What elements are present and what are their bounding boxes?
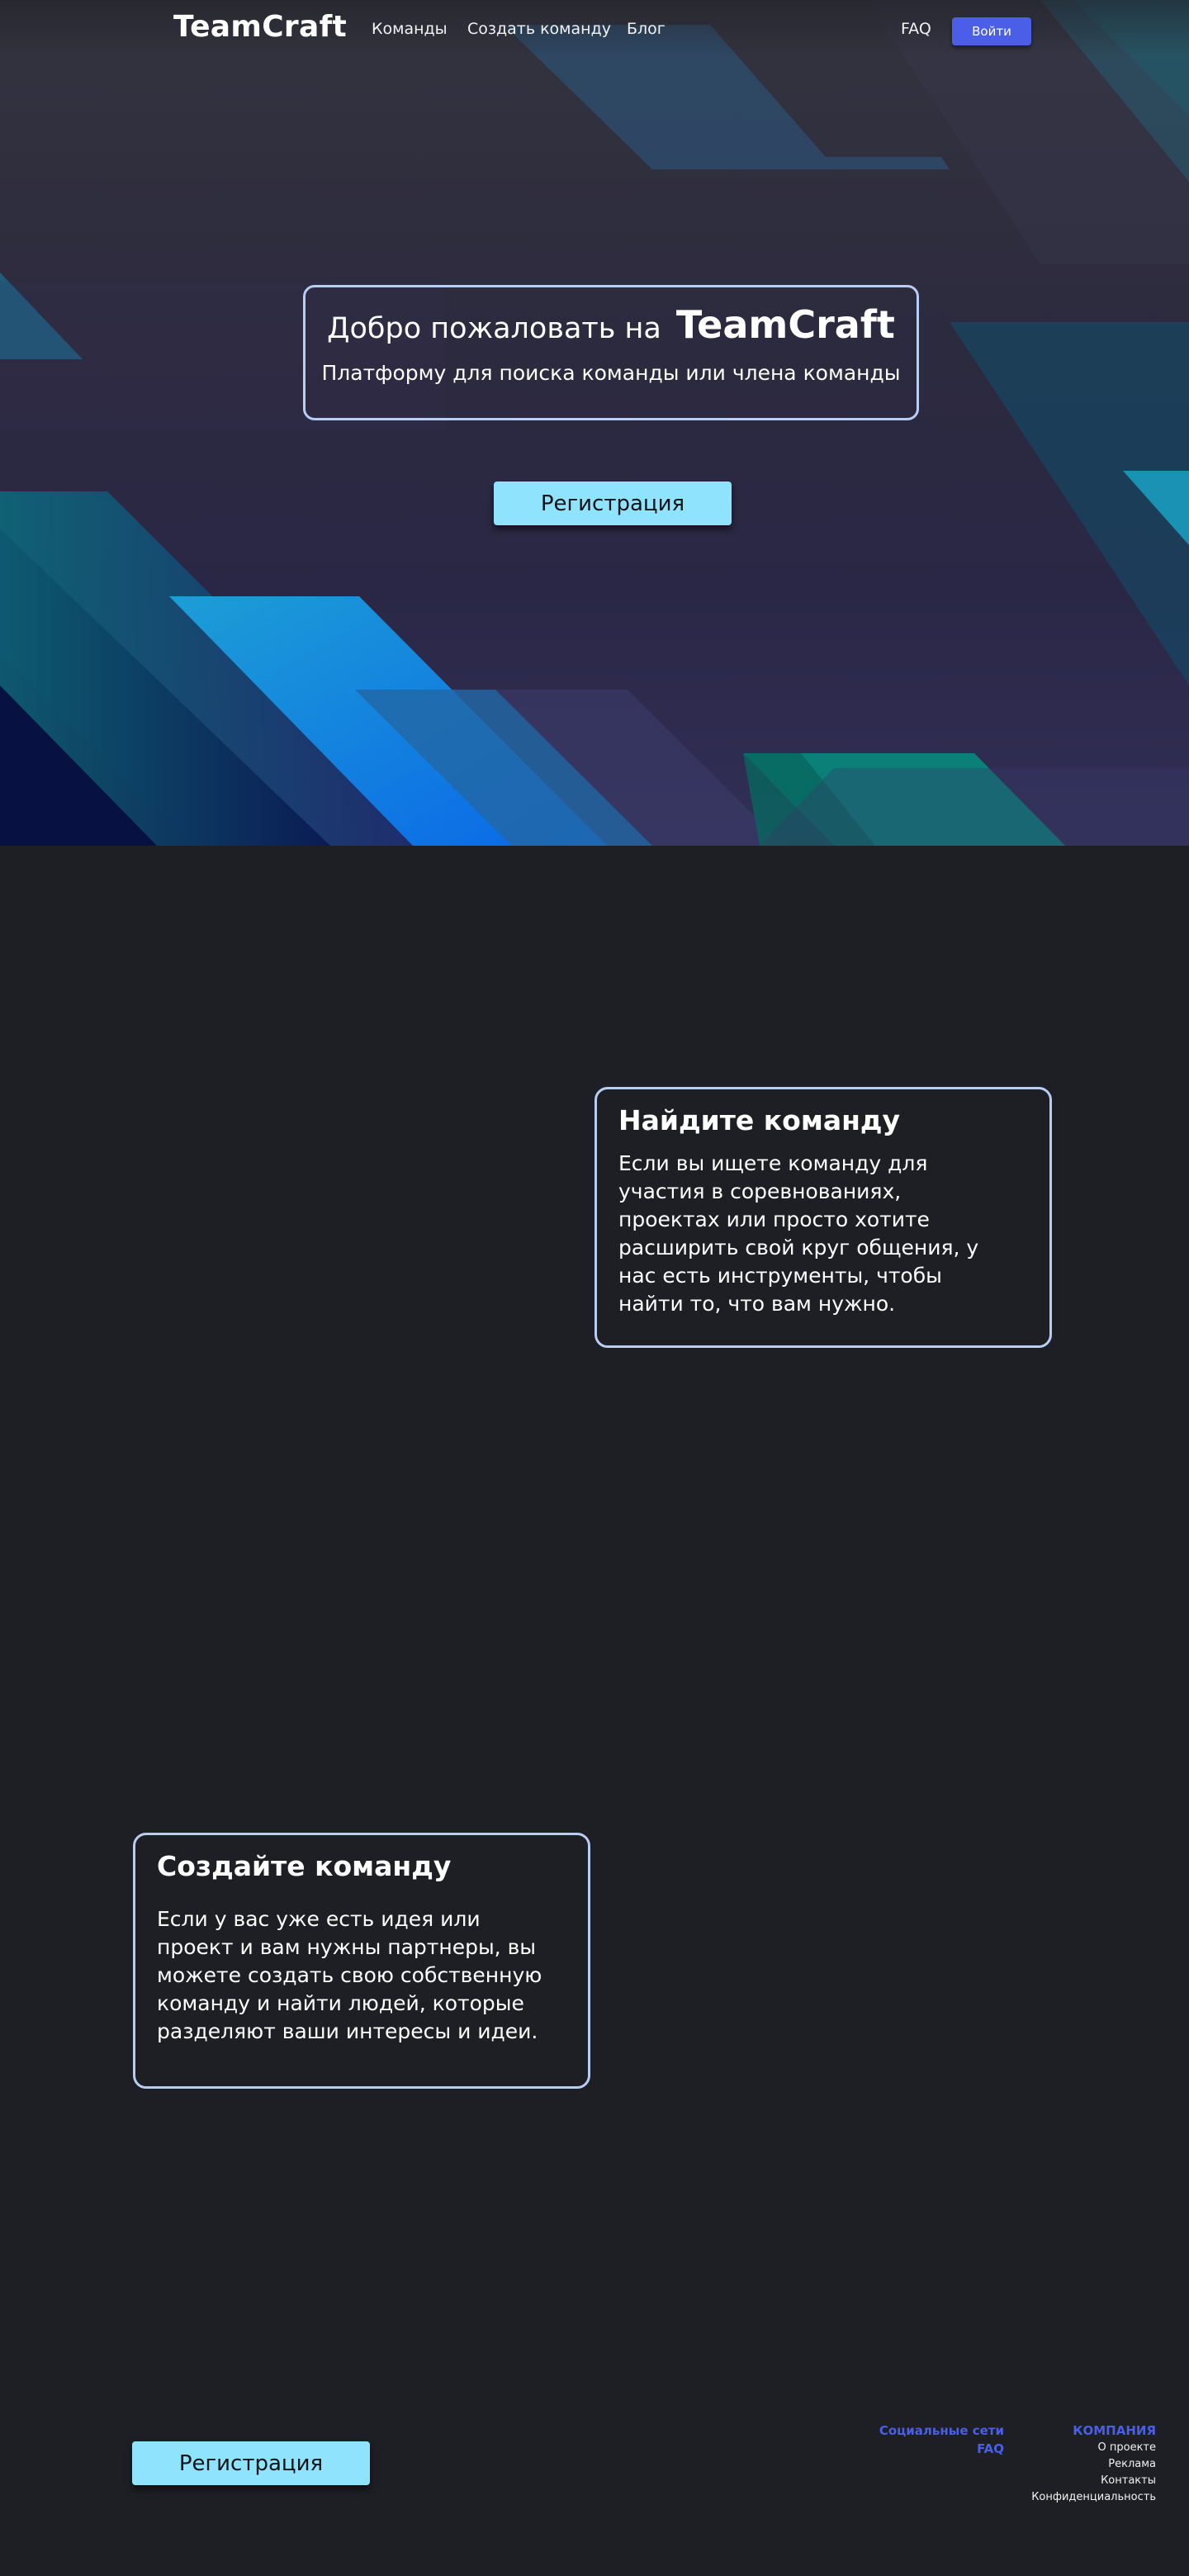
footer-register-button[interactable]: Регистрация [132,2441,370,2485]
feature-text: Если вы ищете команду для участия в соре… [618,1151,979,1316]
footer-company-heading: КОМПАНИЯ [1073,2423,1156,2438]
feature-text: Если у вас уже есть идея или проект и ва… [157,1907,542,2043]
footer-company-column: КОМПАНИЯ О проекте Реклама Контакты Конф… [1031,2423,1156,2506]
nav-link-create-team[interactable]: Создать команду [467,20,611,38]
welcome-subtitle: Платформу для поиска команды или члена к… [321,361,901,385]
nav-link-faq[interactable]: FAQ [901,20,931,38]
footer-social-column: Социальные сети FAQ [879,2423,1004,2456]
nav-link-blog[interactable]: Блог [627,20,666,38]
nav-link-teams[interactable]: Команды [372,20,448,38]
logo[interactable]: TeamCraft [173,10,347,44]
hero-register-button[interactable]: Регистрация [494,482,732,525]
footer-social-link[interactable]: Социальные сети [879,2423,1004,2438]
hero-background-shapes [0,0,1189,846]
footer-link-about[interactable]: О проекте [1031,2440,1157,2456]
footer-faq-link[interactable]: FAQ [879,2441,1004,2456]
welcome-brand: TeamCraft [675,302,895,347]
hero-section: TeamCraft Команды Создать команду Блог F… [0,0,1189,846]
feature-card-find-team: Найдите команду Если вы ищете команду дл… [594,1087,1052,1348]
footer-link-ads[interactable]: Реклама [1031,2456,1156,2473]
welcome-banner: Добро пожаловать на TeamCraft Платформу д… [303,285,919,420]
top-navbar: TeamCraft Команды Создать команду Блог F… [0,0,1189,58]
footer-link-privacy[interactable]: Конфиденциальность [1031,2489,1156,2506]
welcome-prefix: Добро пожаловать на [327,312,661,345]
footer-link-contacts[interactable]: Контакты [1031,2473,1156,2489]
feature-title: Найдите команду [618,1104,901,1136]
welcome-title: Добро пожаловать на TeamCraft [306,306,917,348]
login-button[interactable]: Войти [952,17,1031,45]
feature-card-create-team: Создайте команду Если у вас уже есть иде… [133,1833,590,2089]
feature-title: Создайте команду [157,1850,452,1882]
